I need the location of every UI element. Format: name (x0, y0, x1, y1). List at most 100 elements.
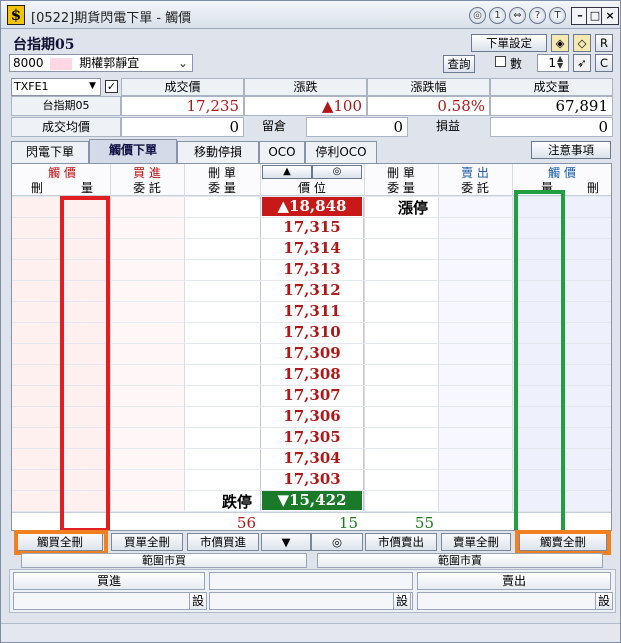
pnl-value: 0 (490, 117, 613, 137)
number-one-icon[interactable]: 1 (489, 7, 506, 24)
sell-settings-field (417, 592, 611, 610)
topmost-icon[interactable]: T (549, 7, 566, 24)
middle-field (209, 572, 413, 590)
limit-down-label: 跌停 (222, 493, 253, 511)
trigger-buy-delete-header: 刪 (30, 181, 43, 195)
tab-oco[interactable]: OCO (259, 141, 305, 163)
scroll-up-button[interactable]: ▲ (262, 165, 312, 179)
tab-trailing-stop[interactable]: 移動停損 (177, 141, 259, 163)
diamond-icon[interactable]: ◈ (551, 34, 569, 52)
limit-up-label: 漲停 (398, 199, 429, 217)
link-icon[interactable]: ⇔ (509, 7, 526, 24)
total-center-qty: 15 (338, 514, 358, 531)
chevron-down-icon: ▼ (89, 81, 96, 91)
pin-icon[interactable]: ◎ (469, 7, 486, 24)
price-level[interactable]: 17,308 (262, 364, 362, 385)
buy-button[interactable]: 買進 (13, 572, 205, 590)
sell-order-header: 委 託 (461, 181, 489, 195)
volume-value: 67,891 (490, 96, 613, 116)
last-price-value: 17,235 (121, 96, 244, 116)
notice-button[interactable]: 注意事項 (531, 141, 611, 159)
price-level[interactable]: 17,304 (262, 448, 362, 469)
avg-price-label: 成交均價 (11, 117, 121, 137)
volume-label: 成交量 (490, 78, 613, 96)
tab-take-profit-oco[interactable]: 停利OCO (305, 141, 377, 163)
scroll-down-button[interactable]: ▼ (261, 533, 311, 551)
help-icon[interactable]: ? (529, 7, 546, 24)
chevron-down-icon: ⌄ (177, 56, 188, 70)
qty-stepper[interactable]: ▲ ▼ (557, 55, 563, 70)
market-buy-button[interactable]: 市價買進 (187, 533, 259, 551)
sell-button[interactable]: 賣出 (417, 572, 611, 590)
sell-qty-header: 委 量 (387, 181, 415, 195)
tab-trigger-order[interactable]: 觸價下單 (89, 139, 177, 163)
symbol-checkbox[interactable]: ✓ (105, 80, 118, 93)
center-button[interactable]: ◎ (312, 165, 362, 179)
sync-icon[interactable]: ◇ (573, 34, 591, 52)
order-tabs: 閃電下單 觸價下單 移動停損 OCO 停利OCO 注意事項 (9, 139, 616, 163)
price-header: 價 位 (298, 181, 326, 195)
price-level[interactable]: 17,305 (262, 427, 362, 448)
middle-settings-field (209, 592, 413, 610)
symbol-select[interactable]: TXFE1 (11, 78, 101, 96)
instrument-title: 台指期05 (13, 37, 75, 53)
order-settings-button[interactable]: 下單設定 (471, 34, 547, 52)
account-select[interactable]: 8000 期權郭靜宜 ⌄ (9, 54, 193, 72)
buy-cancel-header: 刪 單 (208, 166, 236, 180)
buy-header: 買 進 (133, 166, 161, 180)
qty-label: 數 (510, 57, 523, 71)
total-sell-qty: 55 (414, 514, 434, 531)
price-level[interactable]: 17,310 (262, 322, 362, 343)
price-level[interactable]: 17,303 (262, 469, 362, 490)
buy-qty-header: 委 量 (208, 181, 236, 195)
buy-settings-field (13, 592, 205, 610)
avg-price-value: 0 (121, 117, 244, 137)
range-market-buy-button[interactable]: 範圍市買 (21, 553, 307, 568)
account-mask (50, 57, 73, 70)
market-sell-button[interactable]: 市價賣出 (365, 533, 437, 551)
price-level[interactable]: 17,307 (262, 385, 362, 406)
query-button[interactable]: 查詢 (443, 55, 475, 73)
buy-settings-button[interactable]: 設 (189, 592, 207, 610)
window-title: [0522]期貨閃電下單 - 觸價 (31, 11, 192, 26)
change-pct-label: 漲跌幅 (367, 78, 490, 96)
price-level[interactable]: 17,306 (262, 406, 362, 427)
trigger-sell-header: 觸 價 (548, 166, 576, 180)
order-window: $ [0522]期貨閃電下單 - 觸價 ◎ 1 ⇔ ? T – □ × 台指期0… (0, 0, 621, 643)
quote-panel: 台指期05 下單設定 ◈ ◇ R 8000 期權郭靜宜 ⌄ 查詢 數 1 ▲ ▼ … (9, 31, 616, 137)
price-level[interactable]: 17,312 (262, 280, 362, 301)
price-level[interactable]: 17,314 (262, 238, 362, 259)
account-name: 期權郭靜宜 (79, 56, 140, 70)
tab-flash-order[interactable]: 閃電下單 (11, 141, 89, 163)
close-button[interactable]: × (601, 7, 619, 25)
qty-input[interactable]: 1 (537, 54, 569, 72)
trigger-sell-delete-highlight (515, 530, 611, 555)
middle-settings-button[interactable]: 設 (393, 592, 411, 610)
bottom-actions: 觸買全刪 買單全刪 市價買進 ▼ ◎ 市價賣出 賣單全刪 觸賣全刪 (11, 530, 612, 555)
sell-header: 賣 出 (461, 166, 489, 180)
sell-settings-button[interactable]: 設 (595, 592, 613, 610)
reset-button[interactable]: R (595, 34, 613, 52)
price-ladder: 觸 價 買 進 刪 單 ▲ ◎ 刪 單 賣 出 觸 價 刪 量 委 託 委 量 … (11, 163, 612, 531)
trigger-buy-qty-highlight (60, 196, 110, 530)
app-logo-icon: $ (7, 5, 25, 25)
last-price-label: 成交價 (121, 78, 244, 96)
c-button[interactable]: C (595, 54, 613, 72)
buy-order-header: 委 託 (133, 181, 161, 195)
account-number: 8000 (13, 56, 44, 70)
trigger-buy-qty-header: 量 (80, 181, 93, 195)
limit-down-price[interactable]: ▼15,422 (262, 491, 362, 510)
delete-all-sell-button[interactable]: 賣單全刪 (441, 533, 511, 551)
range-market-sell-button[interactable]: 範圍市賣 (317, 553, 603, 568)
total-buy-qty: 56 (236, 514, 256, 531)
center-price-button[interactable]: ◎ (311, 533, 363, 551)
price-level[interactable]: 17,313 (262, 259, 362, 280)
qty-checkbox[interactable] (495, 56, 506, 67)
limit-up-price[interactable]: ▲18,848 (262, 197, 362, 216)
change-label: 漲跌 (244, 78, 367, 96)
price-level[interactable]: 17,309 (262, 343, 362, 364)
rocket-icon[interactable]: ➶ (573, 54, 591, 72)
delete-all-buy-button[interactable]: 買單全刪 (111, 533, 183, 551)
price-level[interactable]: 17,311 (262, 301, 362, 322)
price-level[interactable]: 17,315 (262, 217, 362, 238)
